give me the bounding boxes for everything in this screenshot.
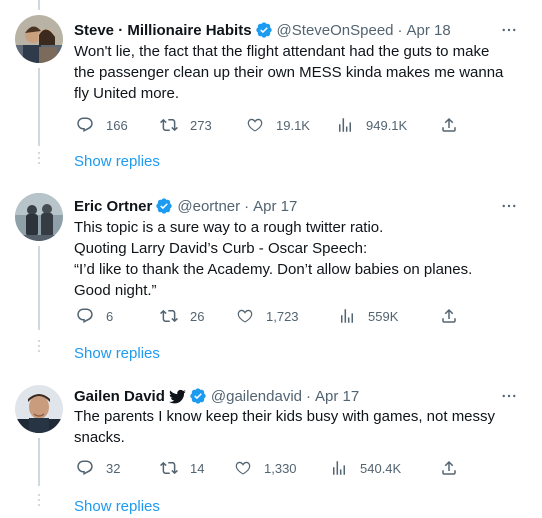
views-button[interactable]: 949.1K — [336, 115, 407, 135]
thread-more-dots — [38, 152, 40, 166]
heart-icon — [235, 461, 251, 475]
tweet-text-line: “I’d like to thank the Academy. Don’t al… — [74, 261, 473, 278]
like-button[interactable]: 1,330 — [234, 458, 297, 478]
author-name[interactable]: Steve · Millionaire Habits — [74, 22, 252, 39]
verified-badge-icon — [189, 387, 207, 405]
reply-icon — [77, 460, 93, 476]
show-replies-link[interactable]: Show replies — [74, 498, 160, 515]
view-count: 559K — [368, 308, 399, 324]
retweet-count: 26 — [190, 308, 205, 324]
tweet-text-line: fly United more. — [74, 85, 180, 102]
retweet-button[interactable]: 26 — [160, 306, 204, 326]
author-name[interactable]: Gailen David — [74, 388, 165, 405]
tweet-text-line: This topic is a sure way to a rough twit… — [74, 219, 384, 236]
tweet-header: Eric Ortner @eortner · Apr 17 — [74, 196, 297, 216]
tweet-text: Won't lie, the fact that the flight atte… — [74, 41, 524, 104]
separator-dot: · — [306, 387, 311, 405]
share-button[interactable] — [440, 306, 458, 326]
views-button[interactable]: 540.4K — [330, 458, 401, 478]
share-button[interactable] — [440, 458, 458, 478]
separator-dot: · — [244, 197, 250, 215]
tweet-text-line: snacks. — [74, 429, 125, 446]
more-icon[interactable] — [499, 386, 519, 406]
reply-count: 6 — [106, 308, 114, 324]
retweet-icon — [160, 309, 178, 323]
tweet-date[interactable]: Apr 18 — [407, 22, 451, 39]
verified-badge-icon — [155, 197, 173, 215]
share-button[interactable] — [440, 115, 458, 135]
tweet-text-line: Quoting Larry David’s Curb - Oscar Speec… — [74, 240, 368, 257]
tweet-date[interactable]: Apr 17 — [253, 198, 297, 215]
retweet-button[interactable]: 273 — [160, 115, 212, 135]
tweet-text-line: Good night.” — [74, 282, 157, 299]
tweet-text-line: The parents I know keep their kids busy … — [74, 408, 496, 425]
view-count: 540.4K — [360, 460, 402, 476]
author-name[interactable]: Eric Ortner — [74, 198, 152, 215]
reply-icon — [77, 308, 93, 324]
author-handle[interactable]: @SteveOnSpeed — [277, 22, 394, 39]
heart-icon — [237, 309, 253, 323]
tweet-text: This topic is a sure way to a rough twit… — [74, 217, 524, 301]
reply-button[interactable]: 32 — [76, 458, 120, 478]
tweet-actions: 32 14 1,330 540.4K — [74, 458, 474, 478]
views-icon — [333, 461, 345, 475]
avatar[interactable] — [15, 193, 63, 241]
like-count: 1,723 — [266, 308, 299, 324]
tweet-text: The parents I know keep their kids busy … — [74, 406, 524, 448]
retweet-button[interactable]: 14 — [160, 458, 204, 478]
views-button[interactable]: 559K — [338, 306, 398, 326]
thread-more-dots — [38, 340, 40, 354]
thread-line — [38, 438, 40, 486]
tweet-actions: 6 26 1,723 559K — [74, 306, 474, 326]
retweet-count: 273 — [190, 117, 212, 133]
heart-icon — [247, 118, 263, 132]
twitter-bird-icon — [168, 388, 186, 405]
verified-badge-icon — [255, 21, 273, 39]
reply-icon — [77, 117, 93, 133]
show-replies-link[interactable]: Show replies — [74, 153, 160, 170]
like-button[interactable]: 1,723 — [236, 306, 299, 326]
author-handle[interactable]: @eortner — [177, 198, 240, 215]
more-icon[interactable] — [499, 20, 519, 40]
thread-more-dots — [38, 494, 40, 508]
tweet-header: Steve · Millionaire Habits @SteveOnSpeed… — [74, 20, 451, 40]
reply-button[interactable]: 166 — [76, 115, 128, 135]
reply-count: 166 — [106, 117, 128, 133]
tweet-text-line: the passenger clean up their own MESS ki… — [74, 64, 504, 81]
share-icon — [442, 460, 456, 475]
reply-count: 32 — [106, 460, 121, 476]
thread-line — [38, 68, 40, 146]
share-icon — [442, 308, 456, 323]
separator-dot: · — [397, 21, 403, 39]
author-handle[interactable]: @gailendavid — [211, 388, 302, 405]
show-replies-link[interactable]: Show replies — [74, 345, 160, 362]
tweet-date[interactable]: Apr 17 — [315, 388, 359, 405]
reply-button[interactable]: 6 — [76, 306, 113, 326]
avatar[interactable] — [15, 15, 63, 63]
retweet-count: 14 — [190, 460, 205, 476]
share-icon — [442, 117, 456, 132]
tweet-actions: 166 273 19.1K 949.1K — [74, 115, 474, 135]
retweet-icon — [160, 461, 178, 475]
view-count: 949.1K — [366, 117, 408, 133]
thread-line — [38, 0, 40, 10]
tweet-text-line: Won't lie, the fact that the flight atte… — [74, 43, 490, 60]
views-icon — [339, 118, 351, 132]
views-icon — [341, 309, 353, 323]
avatar[interactable] — [15, 385, 63, 433]
tweet-header: Gailen David @gailendavid · Apr 17 — [74, 386, 359, 406]
thread-line — [38, 246, 40, 330]
retweet-icon — [160, 118, 178, 132]
like-count: 1,330 — [264, 460, 297, 476]
like-count: 19.1K — [276, 117, 310, 133]
more-icon[interactable] — [499, 196, 519, 216]
like-button[interactable]: 19.1K — [246, 115, 310, 135]
